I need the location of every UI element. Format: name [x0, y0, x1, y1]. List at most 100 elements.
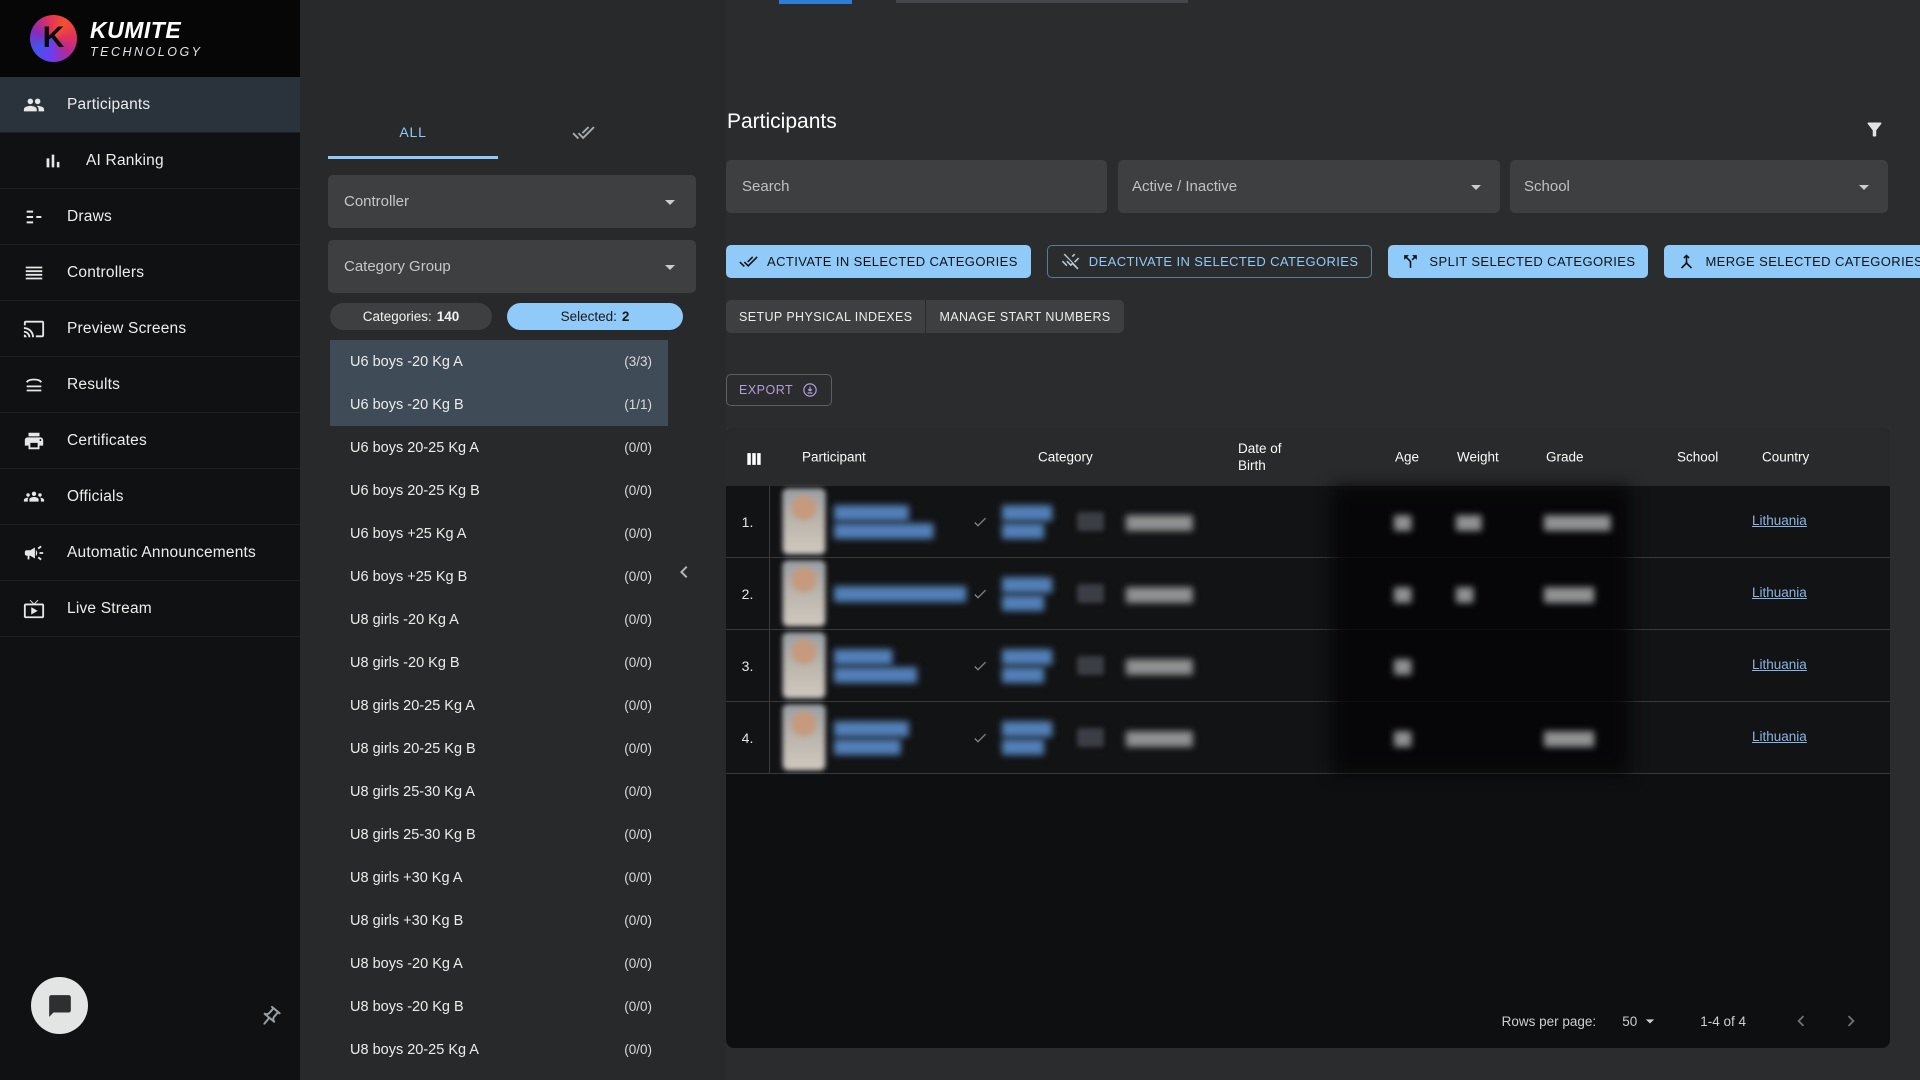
chat-button[interactable]: [31, 977, 88, 1034]
merge-button[interactable]: MERGE SELECTED CATEGORIES: [1664, 245, 1920, 278]
participant-name-link[interactable]: ████████████████: [834, 558, 965, 629]
participant-name-link[interactable]: █████████ ████████████: [834, 486, 933, 557]
category-list-item[interactable]: U8 girls +30 Kg A (0/0): [330, 856, 668, 899]
category-count: (0/0): [624, 569, 652, 584]
page-title: Participants: [727, 110, 837, 134]
sidebar-item-label: Controllers: [67, 264, 144, 282]
active-check-icon: [972, 514, 988, 530]
controller-dropdown[interactable]: Controller: [328, 175, 696, 228]
search-field[interactable]: [726, 160, 1107, 213]
setup-physical-indexes-button[interactable]: SETUP PHYSICAL INDEXES: [726, 300, 925, 333]
category-list-item[interactable]: U6 boys -20 Kg A (3/3): [330, 340, 668, 383]
next-page-button[interactable]: [1840, 1010, 1862, 1032]
participant-name-link[interactable]: ███████ ██████████: [834, 630, 916, 701]
category-list-item[interactable]: U8 boys -20 Kg B (0/0): [330, 985, 668, 1028]
category-name: U8 girls 25-30 Kg A: [350, 784, 475, 800]
category-name: U6 boys 20-25 Kg B: [350, 483, 480, 499]
category-list-item[interactable]: U6 boys +25 Kg B (0/0): [330, 555, 668, 598]
category-count: (0/0): [624, 655, 652, 670]
col-country: Country: [1762, 450, 1809, 465]
category-list-item[interactable]: U8 girls +30 Kg B (0/0): [330, 899, 668, 942]
sidebar-item[interactable]: Draws: [0, 189, 300, 245]
sidebar-item-label: Draws: [67, 208, 112, 226]
grade-badge: [1077, 656, 1104, 675]
caret-down-icon[interactable]: [1640, 1011, 1660, 1031]
category-list-item[interactable]: U8 girls -20 Kg A (0/0): [330, 598, 668, 641]
chat-icon: [47, 993, 73, 1019]
kumite-logo-icon: K: [30, 15, 77, 62]
category-list-item[interactable]: U8 girls 25-30 Kg B (0/0): [330, 813, 668, 856]
category-count: (0/0): [624, 827, 652, 842]
country-link[interactable]: Lithuania: [1752, 657, 1807, 672]
previous-page-button[interactable]: [1790, 1010, 1812, 1032]
category-list-item[interactable]: U8 girls 20-25 Kg A (0/0): [330, 684, 668, 727]
brand-subtitle: TECHNOLOGY: [90, 45, 203, 59]
split-button[interactable]: SPLIT SELECTED CATEGORIES: [1388, 245, 1648, 278]
category-list-item[interactable]: U6 boys -20 Kg B (1/1): [330, 383, 668, 426]
sidebar-item-icon: [23, 430, 45, 452]
sidebar-item[interactable]: Officials: [0, 469, 300, 525]
category-link[interactable]: ██████ █████: [1002, 558, 1051, 629]
grade-badge: [1077, 584, 1104, 603]
category-list-item[interactable]: U8 boys 20-25 Kg A (0/0): [330, 1028, 668, 1071]
category-list-item[interactable]: U8 boys -20 Kg A (0/0): [330, 942, 668, 985]
sidebar-item[interactable]: Automatic Announcements: [0, 525, 300, 581]
dob-value: ████████: [1126, 659, 1192, 674]
category-link[interactable]: ██████ █████: [1002, 630, 1051, 701]
category-list-item[interactable]: U8 girls 20-25 Kg B (0/0): [330, 727, 668, 770]
manage-start-numbers-button[interactable]: MANAGE START NUMBERS: [925, 300, 1123, 333]
participant-name-link[interactable]: █████████ ████████: [834, 702, 908, 773]
active-check-icon: [972, 586, 988, 602]
rows-per-page-select[interactable]: 50: [1622, 1014, 1637, 1029]
category-list-item[interactable]: U6 boys 20-25 Kg A (0/0): [330, 426, 668, 469]
country-link[interactable]: Lithuania: [1752, 513, 1807, 528]
pagination-range: 1-4 of 4: [1700, 1014, 1746, 1029]
merge-icon: [1677, 252, 1696, 271]
sidebar-item-icon: [23, 262, 45, 284]
category-list-item[interactable]: U6 boys +25 Kg A (0/0): [330, 512, 668, 555]
category-name: U6 boys +25 Kg A: [350, 526, 466, 542]
country-link[interactable]: Lithuania: [1752, 585, 1807, 600]
school-select[interactable]: School: [1510, 160, 1888, 213]
sidebar-item[interactable]: Certificates: [0, 413, 300, 469]
category-list-item[interactable]: U8 girls -20 Kg B (0/0): [330, 641, 668, 684]
sidebar-item[interactable]: Participants: [0, 77, 300, 133]
sidebar-item[interactable]: AI Ranking: [0, 133, 300, 189]
collapse-panel-chevron[interactable]: [672, 560, 696, 584]
country-link[interactable]: Lithuania: [1752, 729, 1807, 744]
sidebar-item-icon: [42, 150, 64, 172]
search-input[interactable]: [740, 177, 1095, 196]
tab-selected-categories[interactable]: [498, 108, 668, 156]
category-link[interactable]: ██████ █████: [1002, 486, 1051, 557]
category-name: U8 boys -20 Kg A: [350, 956, 463, 972]
category-list-item[interactable]: U6 boys 20-25 Kg B (0/0): [330, 469, 668, 512]
participant-avatar: [784, 562, 824, 625]
category-link[interactable]: ██████ █████: [1002, 702, 1051, 773]
sidebar-item-label: AI Ranking: [86, 152, 164, 170]
dob-value: ████████: [1126, 587, 1192, 602]
category-group-dropdown[interactable]: Category Group: [328, 240, 696, 293]
deactivate-button[interactable]: DEACTIVATE IN SELECTED CATEGORIES: [1047, 245, 1373, 278]
weight-value: ██: [1456, 587, 1472, 602]
filter-icon[interactable]: [1864, 119, 1885, 140]
sidebar-item[interactable]: Controllers: [0, 245, 300, 301]
sidebar-item[interactable]: Live Stream: [0, 581, 300, 637]
category-list-item[interactable]: U8 girls 25-30 Kg A (0/0): [330, 770, 668, 813]
row-number: 1.: [726, 486, 770, 557]
tab-all[interactable]: ALL: [328, 108, 498, 156]
col-grade: Grade: [1546, 450, 1584, 465]
table-body: 1. █████████ ████████████ ██████ █████ █…: [726, 486, 1890, 774]
grade-badge: [1077, 728, 1104, 747]
row-number: 2.: [726, 558, 770, 629]
activate-button[interactable]: ACTIVATE IN SELECTED CATEGORIES: [726, 245, 1031, 278]
columns-icon[interactable]: [744, 449, 764, 465]
call-split-icon: [1401, 252, 1420, 271]
sidebar-item[interactable]: Results: [0, 357, 300, 413]
active-inactive-select[interactable]: Active / Inactive: [1118, 160, 1500, 213]
brand-name: KUMITE: [90, 19, 203, 42]
export-button[interactable]: EXPORT: [726, 374, 832, 406]
pin-icon[interactable]: [253, 1000, 287, 1034]
sidebar-item[interactable]: Preview Screens: [0, 301, 300, 357]
age-value: ██: [1394, 515, 1410, 530]
category-count: (0/0): [624, 870, 652, 885]
